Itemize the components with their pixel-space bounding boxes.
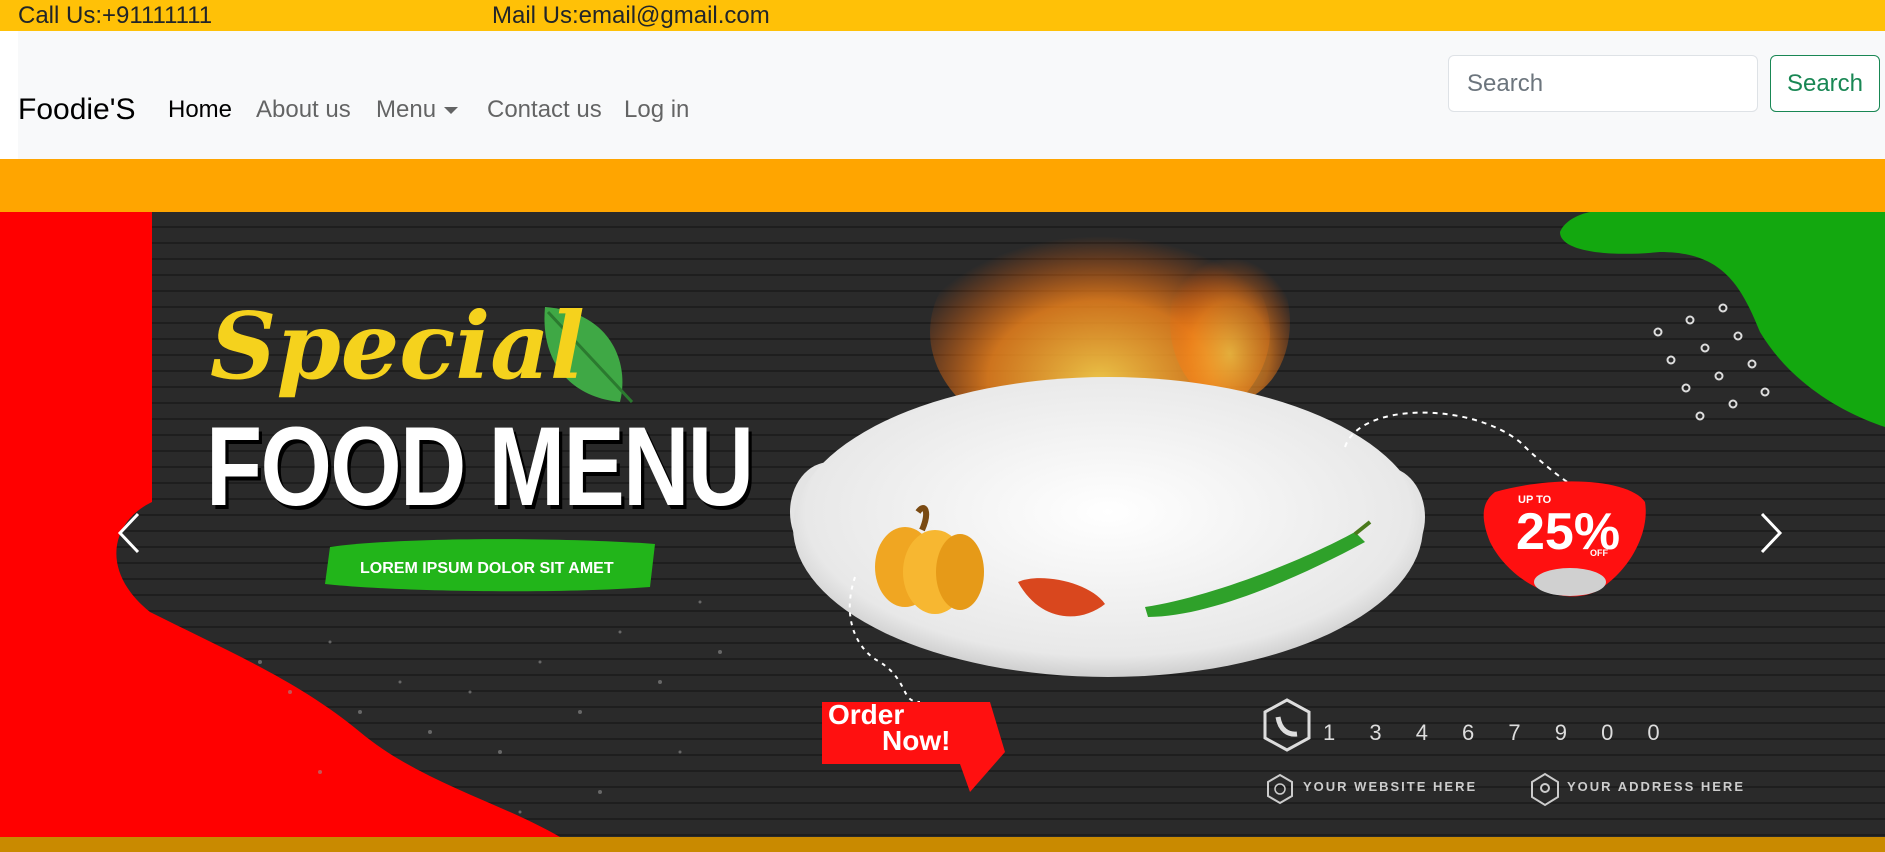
hero-bottom-band <box>0 837 1885 852</box>
phone-number-text: 1 3 4 6 7 9 0 0 <box>1323 720 1674 745</box>
website-text: YOUR WEBSITE HERE <box>1303 779 1478 794</box>
white-plate <box>793 377 1423 677</box>
address-text: YOUR ADDRESS HERE <box>1567 779 1745 794</box>
contact-bar: Call Us:+91111111 Mail Us:email@gmail.co… <box>0 0 1885 31</box>
call-us-text: Call Us:+91111111 <box>18 2 213 29</box>
nav-link-home[interactable]: Home <box>168 96 232 124</box>
banner-title: FOOD MENU <box>206 404 754 529</box>
search-button[interactable]: Search <box>1770 55 1880 112</box>
nav-link-menu-dropdown[interactable]: Menu <box>376 96 459 124</box>
nav-link-menu-label: Menu <box>376 96 437 123</box>
nav-link-login[interactable]: Log in <box>624 96 689 124</box>
nav-link-about[interactable]: About us <box>256 96 351 124</box>
hero-carousel-banner: Special FOOD MENU LOREM IPSUM DOLOR SIT … <box>0 212 1885 837</box>
chevron-right-icon <box>1760 512 1783 554</box>
search-input[interactable] <box>1448 55 1758 112</box>
navbar: Foodie'S Home About us Menu Contact us L… <box>18 31 1885 159</box>
chevron-left-icon <box>117 512 140 554</box>
carousel-next-button[interactable] <box>1740 488 1800 578</box>
carousel-prev-button[interactable] <box>100 488 160 578</box>
order-now-line2: Now! <box>882 725 951 756</box>
nav-link-contact[interactable]: Contact us <box>487 96 602 124</box>
hero-top-band <box>0 159 1885 212</box>
order-now-label: Order Now! <box>828 701 951 756</box>
banner-special-text: Special <box>210 292 585 400</box>
mail-us-text: Mail Us:email@gmail.com <box>492 2 770 29</box>
brand-logo[interactable]: Foodie'S <box>18 93 135 127</box>
discount-off-text: OFF <box>1590 548 1608 558</box>
caret-down-icon <box>444 107 459 115</box>
banner-tagline: LOREM IPSUM DOLOR SIT AMET <box>360 560 614 577</box>
